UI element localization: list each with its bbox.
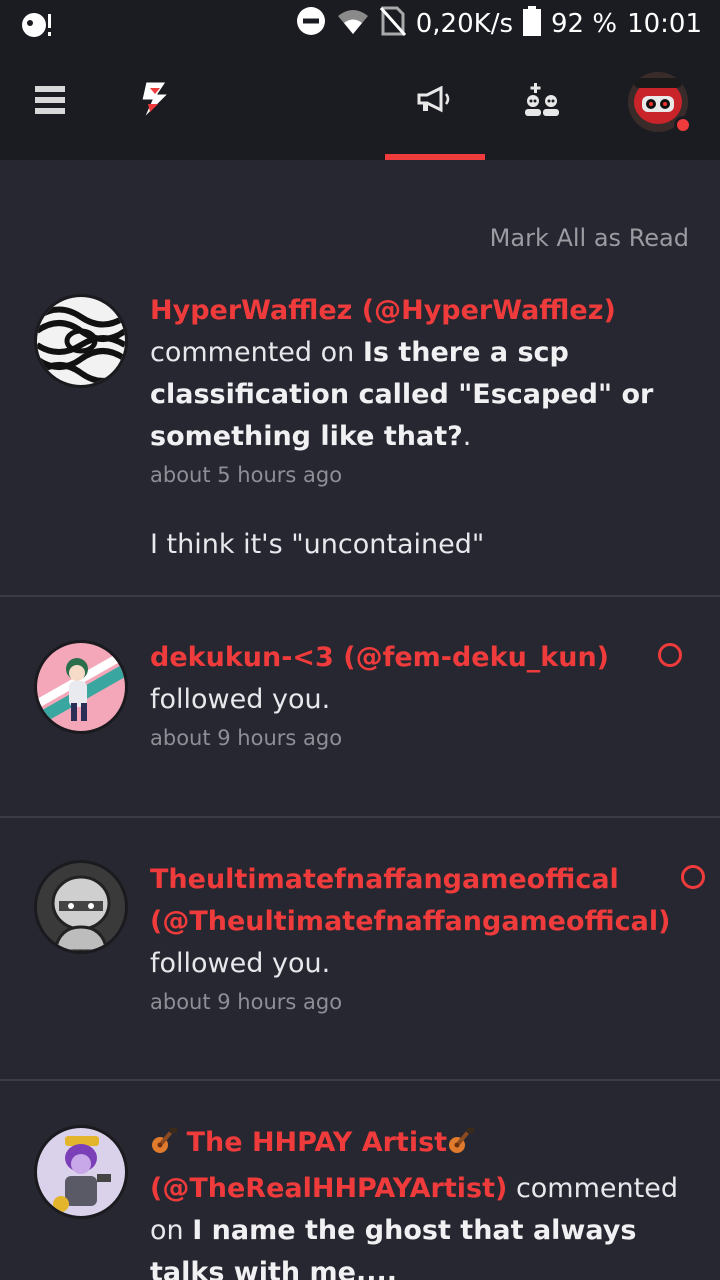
unread-indicator[interactable]: [681, 865, 705, 889]
notification-item[interactable]: HyperWafflez (@HyperWafflez) commented o…: [0, 270, 720, 597]
avatar[interactable]: [34, 1125, 128, 1219]
unread-indicator[interactable]: [658, 643, 682, 667]
do-not-disturb-icon: [296, 6, 326, 43]
friends-icon: [523, 83, 561, 121]
battery-level: 92 %: [551, 9, 618, 39]
avatar[interactable]: [34, 860, 128, 954]
mark-all-read-button[interactable]: Mark All as Read: [490, 224, 689, 252]
post-suffix: .: [462, 421, 472, 452]
battery-icon: [523, 5, 541, 43]
timestamp: about 5 hours ago: [150, 463, 343, 487]
top-nav: [0, 48, 720, 160]
lightning-logo-icon: [136, 80, 172, 124]
menu-button[interactable]: [20, 72, 80, 132]
notification-text: The HHPAY Artist (@TheRealHHPAYArtist) c…: [150, 1122, 680, 1280]
user-link[interactable]: Theultimatefnaffangameoffical (@Theultim…: [150, 864, 670, 937]
comment-body: I think it's "uncontained": [150, 529, 485, 560]
timestamp: about 9 hours ago: [150, 990, 343, 1014]
notification-app-icon: [20, 10, 54, 40]
post-link[interactable]: I name the ghost that always talks with …: [150, 1215, 636, 1280]
notification-text: Theultimatefnaffangameoffical (@Theultim…: [150, 859, 670, 1017]
user-link[interactable]: HyperWafflez (@HyperWafflez): [150, 295, 616, 326]
user-link[interactable]: The HHPAY Artist: [187, 1127, 447, 1158]
guitar-icon: [150, 1126, 178, 1168]
action-text: commented on: [150, 337, 355, 368]
timestamp: about 9 hours ago: [150, 726, 343, 750]
megaphone-icon: [417, 85, 453, 118]
avatar[interactable]: [34, 294, 128, 388]
notification-text: dekukun-<3 (@fem-deku_kun) followed you.…: [150, 637, 640, 753]
action-text: followed you.: [150, 684, 331, 715]
tab-friends[interactable]: [512, 72, 572, 132]
notification-badge: [674, 116, 692, 134]
network-speed: 0,20K/s: [415, 9, 513, 39]
notification-item[interactable]: The HHPAY Artist (@TheRealHHPAYArtist) c…: [0, 1081, 720, 1280]
home-logo-button[interactable]: [124, 72, 184, 132]
no-sim-icon: [379, 6, 406, 43]
action-text: followed you.: [150, 948, 331, 979]
avatar[interactable]: [34, 640, 128, 734]
wifi-icon: [336, 6, 370, 43]
clock: 10:01: [627, 9, 702, 39]
active-tab-indicator: [385, 154, 485, 160]
status-bar: 0,20K/s 92 % 10:01: [0, 0, 720, 48]
notification-text: HyperWafflez (@HyperWafflez) commented o…: [150, 290, 680, 566]
notification-item[interactable]: dekukun-<3 (@fem-deku_kun) followed you.…: [0, 597, 720, 818]
hamburger-icon: [35, 86, 65, 118]
notification-item[interactable]: Theultimatefnaffangameoffical (@Theultim…: [0, 818, 720, 1081]
tab-notifications[interactable]: [405, 72, 465, 132]
profile-avatar-button[interactable]: [628, 72, 692, 134]
user-handle[interactable]: (@TheRealHHPAYArtist): [150, 1173, 507, 1204]
user-link[interactable]: dekukun-<3 (@fem-deku_kun): [150, 642, 609, 673]
guitar-icon: [447, 1126, 475, 1168]
